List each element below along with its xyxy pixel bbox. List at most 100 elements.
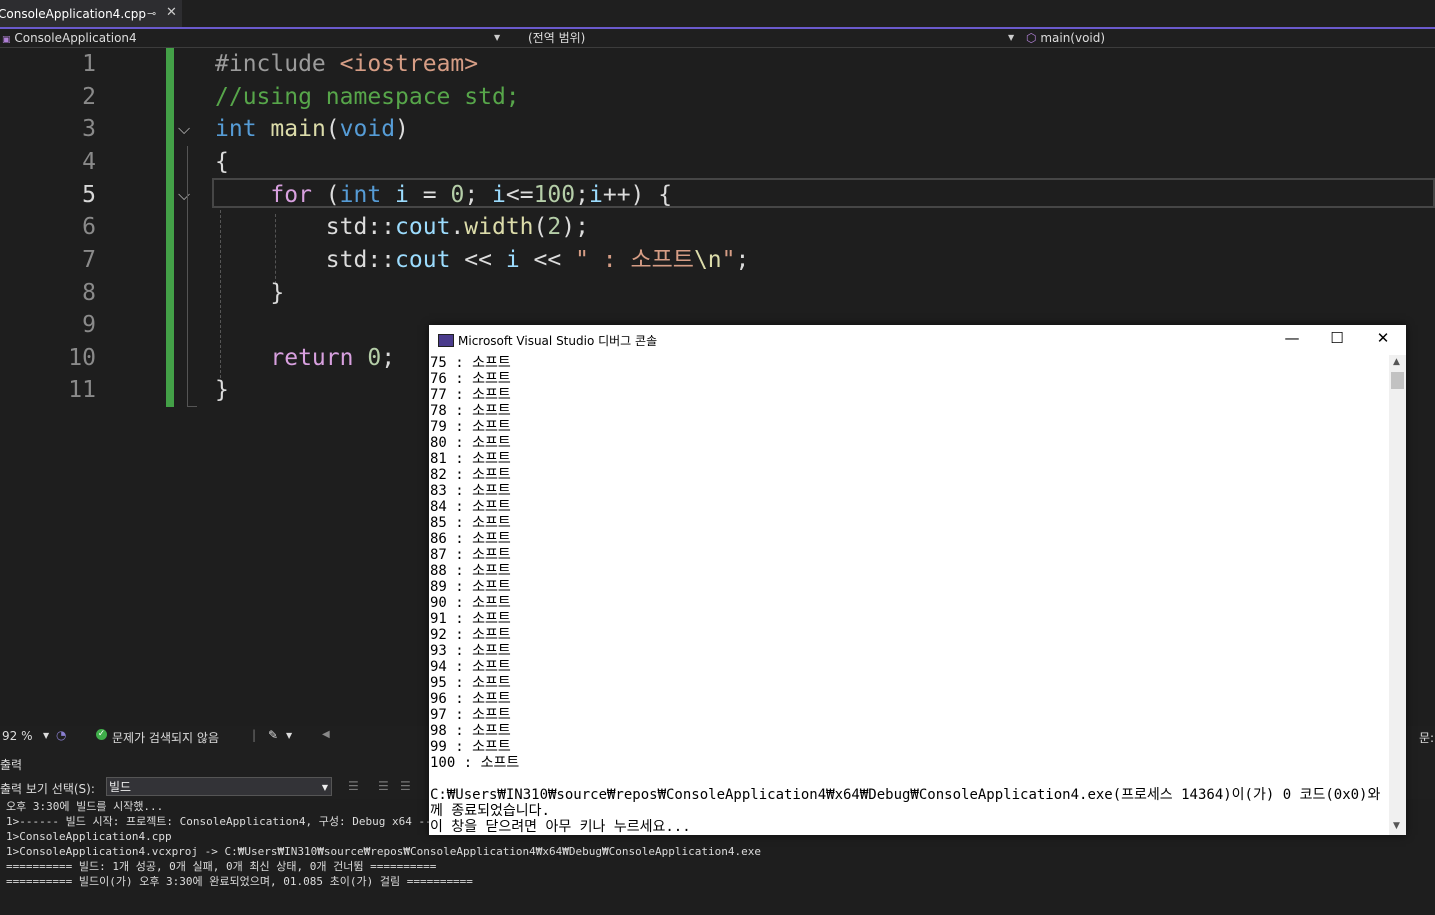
output-line: ========== 빌드: 1개 성공, 0개 실패, 0개 최신 상태, 0… — [6, 860, 437, 873]
code-line: for (int i = 0; i<=100;i++) { — [270, 182, 673, 208]
indent-icon[interactable]: ☰ — [378, 779, 389, 793]
line-number: 10 — [68, 345, 96, 371]
console-line: 95 : 소프트 — [430, 675, 511, 691]
console-scrollbar[interactable]: ▲ ▼ — [1389, 355, 1406, 835]
console-line: 90 : 소프트 — [430, 595, 511, 611]
chevron-down-icon[interactable]: ▼ — [494, 33, 500, 42]
console-line: 91 : 소프트 — [430, 611, 511, 627]
code-line: #include <iostream> — [215, 51, 479, 77]
separator: | — [252, 728, 257, 742]
maximize-icon[interactable]: ☐ — [1327, 329, 1347, 347]
console-line: 89 : 소프트 — [430, 579, 511, 595]
copilot-icon[interactable]: ◔ — [56, 728, 66, 742]
code-line: //using namespace std; — [215, 84, 520, 110]
method-icon: ⬡ — [1026, 31, 1037, 45]
member-name: main(void) — [1040, 31, 1106, 45]
project-icon: ▣ — [2, 35, 11, 45]
output-source-select[interactable]: 빌드 ▼ — [106, 777, 332, 796]
code-line: } — [215, 280, 285, 306]
line-number: 3 — [82, 116, 96, 142]
chevron-down-icon[interactable]: ▼ — [286, 731, 292, 740]
code-line: std::cout << i << " : 소프트\n"; — [325, 247, 750, 273]
console-line: 98 : 소프트 — [430, 723, 511, 739]
align-left-icon[interactable]: ☰ — [348, 779, 359, 793]
scrollbar-thumb[interactable] — [1391, 372, 1404, 389]
close-icon[interactable]: ✕ — [166, 5, 177, 20]
tab-title: ConsoleApplication4.cpp — [0, 7, 146, 21]
console-line: 100 : 소프트 — [430, 755, 520, 771]
output-line: 1>------ 빌드 시작: 프로젝트: ConsoleApplication… — [6, 815, 459, 828]
console-line: 86 : 소프트 — [430, 531, 511, 547]
console-line: 94 : 소프트 — [430, 659, 511, 675]
console-app-icon — [438, 334, 454, 347]
console-line: 97 : 소프트 — [430, 707, 511, 723]
output-line: 1>ConsoleApplication4.vcxproj -> C:₩User… — [6, 845, 761, 858]
close-icon[interactable]: ✕ — [1373, 329, 1393, 347]
fold-chevron-icon[interactable]: ⌵ — [178, 119, 190, 139]
console-line: 75 : 소프트 — [430, 355, 511, 371]
code-line: int main(void) — [215, 116, 409, 142]
change-tracking-bar — [166, 48, 174, 407]
console-line: 께 종료되었습니다. — [430, 803, 550, 819]
console-line: C:₩Users₩IN310₩source₩repos₩ConsoleAppli… — [430, 787, 1389, 803]
member-selector[interactable]: ⬡ main(void) — [1026, 29, 1105, 47]
output-line: ========== 빌드이(가) 오후 3:30에 완료되었으며, 01.08… — [6, 875, 473, 888]
console-line: 83 : 소프트 — [430, 483, 511, 499]
line-number: 4 — [82, 149, 96, 175]
issues-status[interactable]: 문제가 검색되지 않음 — [112, 729, 219, 746]
chevron-down-icon[interactable]: ▼ — [1008, 33, 1014, 42]
line-number: 6 — [82, 214, 96, 240]
fold-chevron-icon[interactable]: ⌵ — [178, 185, 190, 205]
console-line: 92 : 소프트 — [430, 627, 511, 643]
console-line: 88 : 소프트 — [430, 563, 511, 579]
debug-console-window[interactable]: Microsoft Visual Studio 디버그 콘솔 — ☐ ✕ 75 … — [429, 325, 1406, 835]
console-line: 96 : 소프트 — [430, 691, 511, 707]
console-line: 87 : 소프트 — [430, 547, 511, 563]
code-line: return 0; — [270, 345, 396, 371]
output-line: 1>ConsoleApplication4.cpp — [6, 830, 172, 843]
scope-guide — [187, 406, 197, 407]
console-line: 81 : 소프트 — [430, 451, 511, 467]
output-line: 오후 3:30에 빌드를 시작했... — [6, 800, 164, 813]
line-number: 2 — [82, 84, 96, 110]
chevron-down-icon[interactable]: ▼ — [43, 731, 49, 740]
console-line: 78 : 소프트 — [430, 403, 511, 419]
line-number: 9 — [82, 312, 96, 338]
line-number: 8 — [82, 280, 96, 306]
zoom-level[interactable]: 92 % — [2, 729, 33, 743]
line-number: 7 — [82, 247, 96, 273]
scope-guide — [187, 146, 188, 406]
navigation-bar: ▣ ConsoleApplication4 ▼ (전역 범위) ▼ ⬡ main… — [0, 29, 1435, 48]
output-source-value: 빌드 — [109, 780, 132, 794]
scroll-left-icon[interactable]: ◀ — [322, 729, 330, 740]
status-clipped-text: 문: — [1419, 731, 1435, 745]
pin-icon[interactable]: ⊸ — [147, 7, 156, 20]
console-line: 99 : 소프트 — [430, 739, 511, 755]
document-tab[interactable]: ConsoleApplication4.cpp ⊸ ✕ — [0, 0, 182, 27]
code-line: } — [215, 377, 229, 403]
project-selector[interactable]: ▣ ConsoleApplication4 — [2, 29, 137, 47]
outdent-icon[interactable]: ☰ — [400, 779, 411, 793]
console-line: 77 : 소프트 — [430, 387, 511, 403]
show-output-label: 출력 보기 선택(S): — [0, 782, 95, 796]
scroll-down-icon[interactable]: ▼ — [1393, 821, 1400, 831]
chevron-down-icon: ▼ — [321, 783, 328, 792]
console-output[interactable]: 75 : 소프트 76 : 소프트 77 : 소프트 78 : 소프트 79 :… — [429, 355, 1389, 835]
brush-icon[interactable]: ✎ — [268, 728, 278, 742]
project-name: ConsoleApplication4 — [14, 31, 137, 45]
console-title-bar[interactable]: Microsoft Visual Studio 디버그 콘솔 — ☐ ✕ — [429, 325, 1406, 354]
document-tab-strip — [0, 0, 1435, 29]
scroll-up-icon[interactable]: ▲ — [1393, 357, 1400, 367]
line-number: 1 — [82, 51, 96, 77]
line-number: 11 — [68, 377, 96, 403]
line-number: 5 — [82, 182, 96, 208]
console-line: 84 : 소프트 — [430, 499, 511, 515]
output-panel-title: 출력 — [0, 758, 23, 772]
console-line: 79 : 소프트 — [430, 419, 511, 435]
code-line: { — [215, 149, 229, 175]
console-line: 이 창을 닫으려면 아무 키나 누르세요... — [430, 819, 691, 835]
console-line: 80 : 소프트 — [430, 435, 511, 451]
minimize-icon[interactable]: — — [1282, 329, 1302, 347]
scope-selector[interactable]: (전역 범위) — [528, 29, 585, 47]
code-line: std::cout.width(2); — [325, 214, 589, 240]
